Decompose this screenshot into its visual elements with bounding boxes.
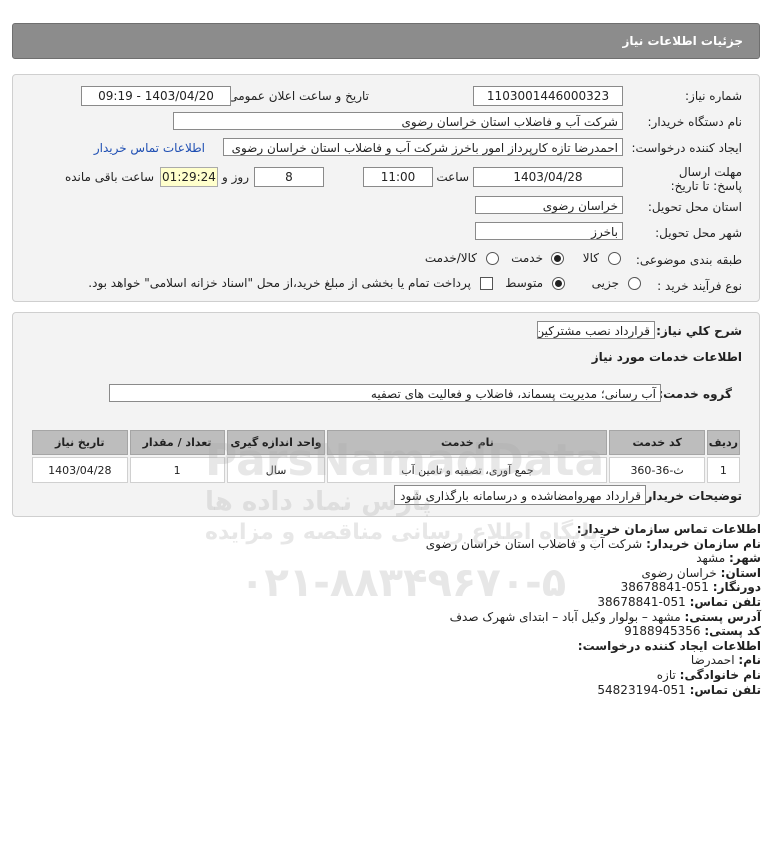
creator-label: ایجاد کننده درخواست: <box>631 141 742 155</box>
col-need-date: تاریخ نیاز <box>32 430 128 455</box>
deadline-time-label: ساعت <box>436 170 469 184</box>
city-label: شهر محل تحویل: <box>655 226 742 240</box>
deadline-label: مهلت ارسال پاسخ: تا تاریخ: <box>670 165 742 193</box>
category-option-goods-service: کالا/خدمت <box>424 251 477 265</box>
announce-field: 1403/04/20 - 09:19 <box>81 86 231 106</box>
deadline-time-field: 11:00 <box>363 167 433 187</box>
creator-family-label: نام خانوادگی: <box>679 667 761 682</box>
page-header: جزئیات اطلاعات نیاز <box>12 23 760 59</box>
process-label: نوع فرآیند خرید : <box>657 279 742 293</box>
contact-address: مشهد – بولوار وکیل آباد – ابتدای شهرک صد… <box>449 609 681 624</box>
buyer-org-label: نام دستگاه خریدار: <box>647 115 743 129</box>
contact-province: خراسان رضوی <box>641 565 717 580</box>
cell-need-date: 1403/04/28 <box>32 457 128 483</box>
remaining-label: ساعت باقی مانده <box>64 170 154 184</box>
creator-name-label: نام: <box>738 653 761 668</box>
process-option-minor: جزیی <box>591 276 619 290</box>
need-info-panel: شماره نیاز: 1103001446000323 تاریخ و ساع… <box>12 74 760 302</box>
col-service-code: کد خدمت <box>609 430 705 455</box>
contact-province-label: استان: <box>720 565 761 580</box>
city-field: باخرز <box>475 222 623 240</box>
contact-title: اطلاعات تماس سازمان خریدار: <box>576 522 761 536</box>
col-unit: واحد اندازه گیری <box>226 430 326 455</box>
category-radio-goods-service[interactable] <box>486 252 499 265</box>
process-radio-minor[interactable] <box>628 277 641 290</box>
days-label: روز و <box>222 170 249 184</box>
cell-unit: سال <box>226 457 326 483</box>
need-number-label: شماره نیاز: <box>685 89 742 103</box>
services-heading: اطلاعات خدمات مورد نیاز <box>591 350 742 364</box>
contact-phone-label: تلفن تماس: <box>689 594 761 609</box>
buyer-contact-info: اطلاعات تماس سازمان خریدار: نام سازمان خ… <box>426 522 761 697</box>
creator-phone: 051-54823194 <box>597 682 686 697</box>
creator-field: احمدرضا تازه کارپرداز امور باخرز شرکت آب… <box>223 138 623 156</box>
remaining-time-field: 01:29:24 <box>160 167 218 187</box>
buyer-notes-label: توضیحات خریدار: <box>640 489 742 503</box>
need-details-panel: شرح کلي نياز: قرارداد نصب مشترکین اطلاعا… <box>12 312 760 517</box>
buyer-contact-link[interactable]: اطلاعات تماس خریدار <box>94 141 205 155</box>
service-group-label: گروه خدمت: <box>658 387 732 401</box>
page-title: جزئیات اطلاعات نیاز <box>622 34 743 48</box>
category-label: طبقه بندی موضوعی: <box>635 253 742 267</box>
service-group-field: آب رسانی؛ مدیریت پسماند، فاضلاب و فعالیت… <box>109 384 661 402</box>
contact-address-label: آدرس پستی: <box>684 609 761 624</box>
contact-fax: 051-38678841 <box>620 580 709 595</box>
cell-row: 1 <box>706 457 740 483</box>
creator-phone-label: تلفن تماس: <box>689 682 761 697</box>
contact-city: مشهد <box>696 551 726 566</box>
contact-city-label: شهر: <box>729 551 761 566</box>
creator-family: تازه <box>656 667 676 682</box>
creator-info-title: اطلاعات ایجاد کننده درخواست: <box>577 638 761 653</box>
buyer-notes-field: قرارداد مهروامضاشده و درسامانه بارگذاری … <box>394 485 646 505</box>
contact-phone: 051-38678841 <box>597 594 686 609</box>
process-option-medium: متوسط <box>505 276 543 290</box>
summary-field: قرارداد نصب مشترکین <box>537 321 655 339</box>
need-number-field: 1103001446000323 <box>473 86 623 106</box>
category-radio-goods[interactable] <box>608 252 621 265</box>
contact-postal: 9188945356 <box>624 624 701 639</box>
summary-label: شرح کلي نياز: <box>656 324 742 338</box>
services-table-header: ردیف کد خدمت نام خدمت واحد اندازه گیری ت… <box>32 430 740 455</box>
col-quantity: تعداد / مقدار <box>129 430 225 455</box>
contact-org-label: نام سازمان خریدار: <box>646 536 761 551</box>
category-option-goods: کالا <box>582 251 599 265</box>
contact-postal-label: کد پستی: <box>704 624 761 639</box>
contact-org: شرکت آب و فاضلاب استان خراسان رضوی <box>425 536 643 551</box>
cell-quantity: 1 <box>129 457 225 483</box>
category-radio-service[interactable] <box>551 252 564 265</box>
contact-fax-label: دورنگار: <box>712 580 761 595</box>
creator-name: احمدرضا <box>690 653 735 668</box>
services-table: ردیف کد خدمت نام خدمت واحد اندازه گیری ت… <box>30 428 742 485</box>
cell-service-code: ث-36-360 <box>609 457 705 483</box>
treasury-payment-checkbox[interactable] <box>480 277 493 290</box>
cell-service-name: جمع آوری، تصفیه و تامین آب <box>327 457 608 483</box>
category-option-service: خدمت <box>511 251 543 265</box>
province-field: خراسان رضوی <box>475 196 623 214</box>
buyer-org-field: شرکت آب و فاضلاب استان خراسان رضوی <box>173 112 623 130</box>
province-label: استان محل تحویل: <box>647 200 742 214</box>
col-service-name: نام خدمت <box>327 430 608 455</box>
announce-label: تاریخ و ساعت اعلان عمومی: <box>224 89 369 103</box>
process-radio-medium[interactable] <box>552 277 565 290</box>
treasury-payment-note: پرداخت تمام یا بخشی از مبلغ خرید،از محل … <box>88 276 471 290</box>
deadline-date-field: 1403/04/28 <box>473 167 623 187</box>
col-row: ردیف <box>706 430 740 455</box>
days-field: 8 <box>254 167 324 187</box>
table-row: 1 ث-36-360 جمع آوری، تصفیه و تامین آب سا… <box>32 457 740 483</box>
